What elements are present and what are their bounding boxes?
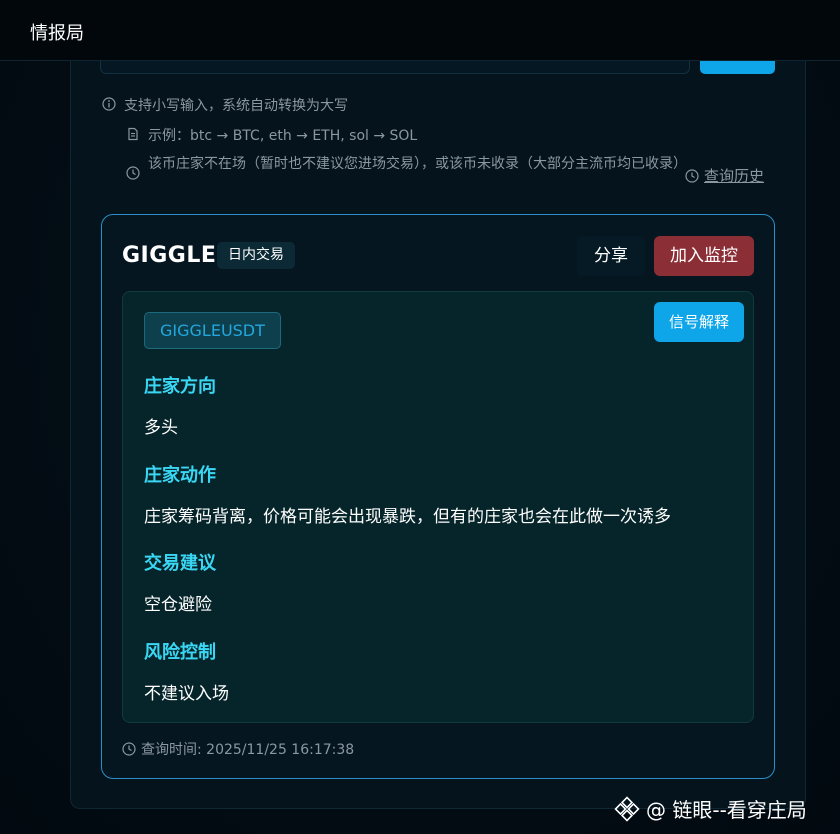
trade-type-badge: 日内交易 xyxy=(217,242,295,269)
signal-explain-button[interactable]: 信号解释 xyxy=(654,302,744,342)
clock-icon xyxy=(685,168,699,183)
trading-pair-tag: GIGGLEUSDT xyxy=(144,312,281,349)
page: 情报局 支持小写输入，系统自动转换为大写 示例：btc → BTC, eth →… xyxy=(0,0,840,834)
symbol-title: GIGGLE xyxy=(122,243,217,268)
app-title: 情报局 xyxy=(30,23,84,44)
history-link[interactable]: 查询历史 xyxy=(685,165,764,186)
hint-example-text: 示例：btc → BTC, eth → ETH, sol → SOL xyxy=(148,128,418,144)
hint-example: 示例：btc → BTC, eth → ETH, sol → SOL xyxy=(126,125,417,145)
watermark: @ 链眼--看穿庄局 xyxy=(614,794,807,823)
signal-panel: GIGGLEUSDT 信号解释 庄家方向 多头 庄家动作 庄家筹码背离，价格可能… xyxy=(122,291,754,723)
clock-icon xyxy=(122,742,136,756)
section-value-direction: 多头 xyxy=(144,418,178,438)
top-bar: 情报局 xyxy=(0,0,840,61)
query-time: 查询时间: 2025/11/25 16:17:38 xyxy=(122,739,354,759)
hint-lowercase: 支持小写输入，系统自动转换为大写 xyxy=(102,95,348,115)
share-button[interactable]: 分享 xyxy=(577,236,645,276)
clock-icon xyxy=(126,166,140,180)
section-label-advice: 交易建议 xyxy=(144,553,216,574)
search-input[interactable] xyxy=(100,61,690,74)
section-value-risk: 不建议入场 xyxy=(144,684,229,704)
hint-lowercase-text: 支持小写输入，系统自动转换为大写 xyxy=(124,98,348,114)
section-value-advice: 空仓避险 xyxy=(144,595,212,615)
document-icon xyxy=(128,127,138,141)
section-label-direction: 庄家方向 xyxy=(144,376,216,397)
section-label-risk: 风险控制 xyxy=(144,642,216,663)
section-value-action: 庄家筹码背离，价格可能会出现暴跌，但有的庄家也会在此做一次诱多 xyxy=(144,507,671,527)
add-monitor-button[interactable]: 加入监控 xyxy=(654,236,754,276)
search-button[interactable] xyxy=(700,61,775,74)
hint-notice: 该币庄家不在场（暂时也不建议您进场交易），或该币未收录（大部分主流币均已收录） xyxy=(126,154,687,180)
hint-notice-text: 该币庄家不在场（暂时也不建议您进场交易），或该币未收录（大部分主流币均已收录） xyxy=(148,156,687,172)
info-icon xyxy=(102,97,116,111)
binance-logo-icon xyxy=(614,795,640,822)
watermark-text: @ 链眼--看穿庄局 xyxy=(646,798,807,822)
result-card: GIGGLE 日内交易 分享 加入监控 GIGGLEUSDT 信号解释 庄家方向… xyxy=(101,214,775,779)
section-label-action: 庄家动作 xyxy=(144,465,216,486)
query-time-text: 查询时间: 2025/11/25 16:17:38 xyxy=(141,742,355,758)
history-link-label: 查询历史 xyxy=(704,167,765,185)
